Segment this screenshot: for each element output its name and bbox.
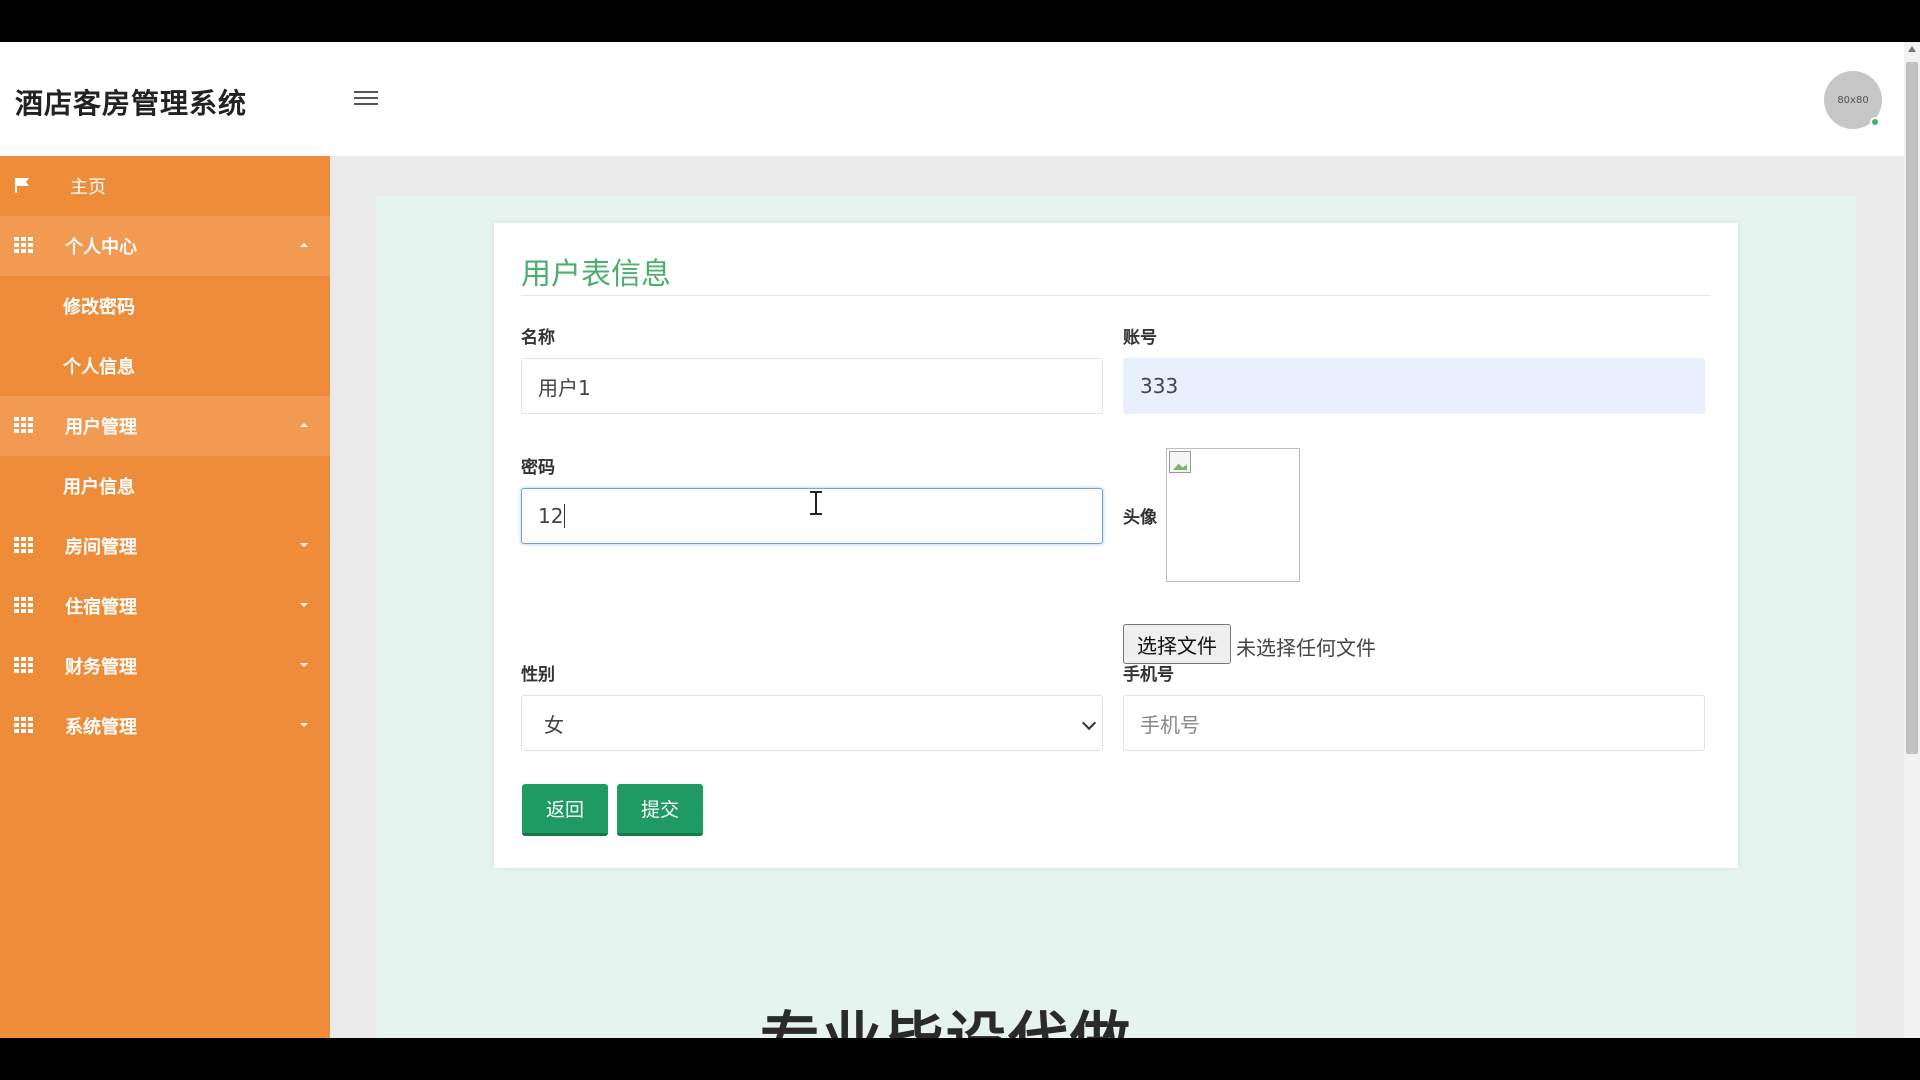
phone-label: 手机号	[1123, 665, 1174, 685]
sidebar-item-label: 系统管理	[65, 717, 137, 738]
grid-icon	[14, 537, 33, 553]
chevron-down-icon	[300, 723, 308, 727]
letterbox-top	[0, 0, 1920, 42]
sidebar-subitem-personal-info[interactable]: 个人信息	[0, 336, 330, 396]
text-caret	[564, 504, 566, 528]
account-value: 333	[1140, 374, 1179, 398]
broken-image-icon	[1169, 451, 1191, 473]
menu-toggle-icon[interactable]	[354, 87, 382, 109]
chevron-up-icon	[300, 243, 308, 247]
avatar[interactable]: 80x80	[1824, 71, 1882, 129]
account-label: 账号	[1123, 328, 1157, 348]
chevron-down-icon	[300, 663, 308, 667]
avatar-placeholder-text: 80x80	[1837, 94, 1869, 106]
sidebar-item-label: 住宿管理	[65, 597, 137, 618]
sidebar-item-user-management[interactable]: 用户管理	[0, 396, 330, 456]
sidebar-item-finance-management[interactable]: 财务管理	[0, 636, 330, 696]
sidebar-item-label: 用户管理	[65, 417, 137, 438]
grid-icon	[14, 417, 33, 433]
grid-icon	[14, 237, 33, 253]
avatar-label: 头像	[1123, 508, 1157, 528]
sidebar-item-home[interactable]: 主页	[0, 156, 330, 216]
sidebar-item-system-management[interactable]: 系统管理	[0, 696, 330, 756]
sidebar: 主页 个人中心 修改密码 个人信息 用户管理 用户信息 房间管理 住宿管理 财务…	[0, 156, 330, 1038]
chevron-down-icon	[300, 603, 308, 607]
name-label: 名称	[521, 328, 555, 348]
phone-input[interactable]: 手机号	[1123, 695, 1705, 751]
name-input[interactable]: 用户1	[521, 358, 1103, 414]
sidebar-item-label: 个人中心	[65, 237, 137, 258]
avatar-preview	[1166, 448, 1300, 582]
title-divider	[521, 295, 1711, 296]
watermark-text: 专业毕设代做	[760, 996, 1132, 1038]
gender-label: 性别	[521, 665, 555, 685]
gender-value: 女	[544, 712, 564, 737]
flag-icon	[15, 178, 29, 193]
sidebar-subitem-user-info[interactable]: 用户信息	[0, 456, 330, 516]
back-button[interactable]: 返回	[522, 784, 608, 836]
phone-placeholder: 手机号	[1140, 712, 1200, 737]
scroll-up-icon[interactable]	[1908, 46, 1916, 52]
sidebar-item-room-management[interactable]: 房间管理	[0, 516, 330, 576]
file-status-text: 未选择任何文件	[1236, 636, 1376, 660]
online-status-icon	[1870, 117, 1880, 127]
app-title: 酒店客房管理系统	[15, 87, 248, 120]
sidebar-item-label: 房间管理	[65, 537, 137, 558]
submit-button[interactable]: 提交	[617, 784, 703, 836]
grid-icon	[14, 657, 33, 673]
sidebar-item-lodging-management[interactable]: 住宿管理	[0, 576, 330, 636]
account-input[interactable]: 333	[1123, 358, 1705, 414]
scrollbar-thumb[interactable]	[1906, 62, 1918, 754]
sidebar-subitem-change-password[interactable]: 修改密码	[0, 276, 330, 336]
sidebar-item-label: 财务管理	[65, 657, 137, 678]
grid-icon	[14, 597, 33, 613]
sidebar-item-label: 主页	[70, 177, 106, 198]
mouse-ibeam-cursor-icon	[810, 491, 822, 515]
chevron-down-icon	[1081, 715, 1097, 731]
sidebar-item-personal-center[interactable]: 个人中心	[0, 216, 330, 276]
gender-select[interactable]: 女	[521, 695, 1103, 751]
page-scrollbar[interactable]	[1904, 42, 1920, 1038]
browser-viewport: 酒店客房管理系统 80x80 主页 个人中心 修改密码 个人信息 用户管理 用户…	[0, 42, 1920, 1038]
chevron-down-icon	[300, 543, 308, 547]
top-header: 酒店客房管理系统 80x80	[0, 42, 1904, 156]
page-title: 用户表信息	[521, 257, 671, 292]
password-value: 12	[538, 504, 564, 528]
user-form-card: 用户表信息 名称 用户1 账号 333 密码 12 头像 选择文件 未选择任何文…	[494, 223, 1738, 868]
choose-file-button[interactable]: 选择文件	[1123, 624, 1231, 664]
letterbox-bottom	[0, 1038, 1920, 1080]
grid-icon	[14, 717, 33, 733]
password-label: 密码	[521, 458, 555, 478]
name-value: 用户1	[538, 375, 591, 400]
chevron-up-icon	[300, 423, 308, 427]
